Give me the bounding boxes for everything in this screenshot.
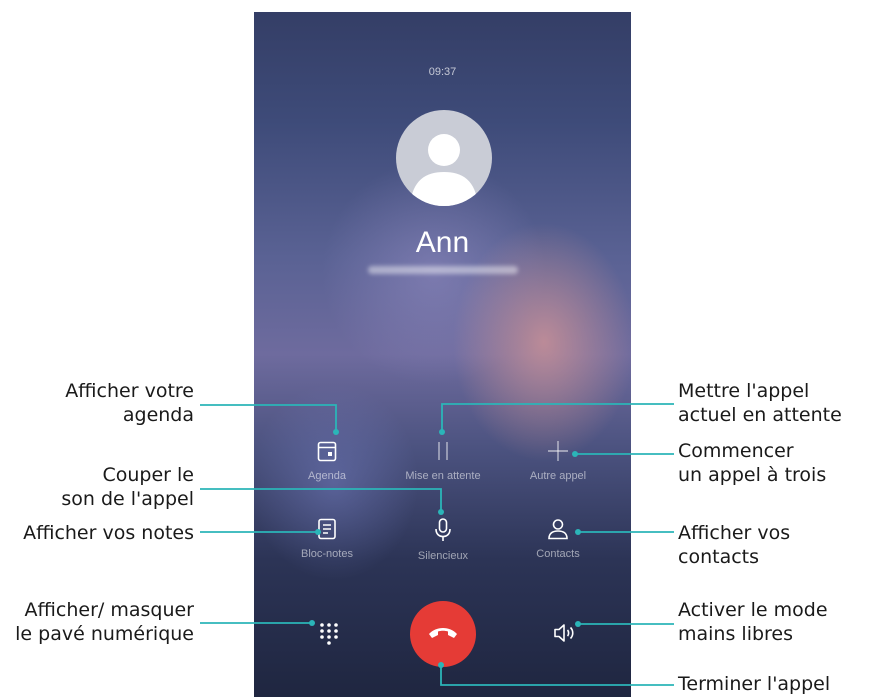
callout-keypad: Afficher/ masquer le pavé numérique — [15, 599, 194, 645]
callout-notes: Afficher vos notes — [23, 522, 194, 544]
callout-end-call: Terminer l'appel — [678, 673, 831, 695]
callout-line-end-call — [440, 665, 674, 686]
callout-mute: Couper le son de l'appel — [61, 464, 194, 510]
callout-line-agenda — [200, 404, 337, 432]
callout-agenda: Afficher votre agenda — [65, 380, 194, 426]
callout-add-call: Commencer un appel à trois — [678, 440, 827, 486]
callout-speaker: Activer le mode mains libres — [678, 599, 828, 645]
callout-contacts: Afficher vos contacts — [678, 522, 791, 568]
callout-line-mute — [200, 488, 442, 512]
callout-line-hold — [441, 403, 674, 432]
callout-hold: Mettre l'appel actuel en attente — [678, 380, 842, 426]
callout-lines — [200, 403, 674, 686]
